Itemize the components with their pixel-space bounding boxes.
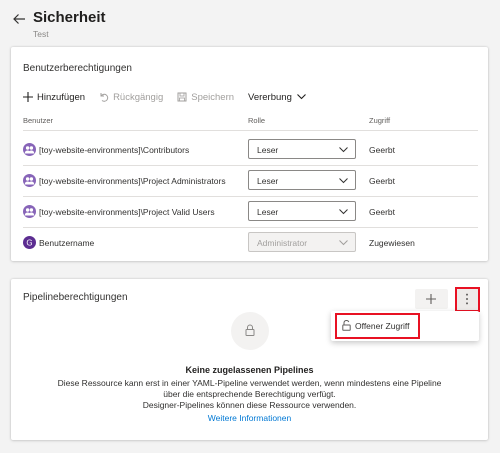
more-vertical-icon bbox=[466, 293, 468, 305]
user-permissions-title: Benutzerberechtigungen bbox=[23, 63, 132, 74]
chevron-down-icon bbox=[339, 178, 348, 184]
plus-icon bbox=[426, 294, 436, 304]
inheritance-label: Vererbung bbox=[248, 91, 292, 103]
empty-state-description-line: Diese Ressource kann erst in einer YAML-… bbox=[57, 378, 442, 388]
group-icon bbox=[23, 205, 36, 218]
page-title: Sicherheit bbox=[33, 9, 106, 26]
plus-icon bbox=[23, 92, 33, 102]
permissions-toolbar: Hinzufügen Rückgängig Speichern Vererbun… bbox=[23, 88, 324, 106]
back-arrow-icon[interactable] bbox=[12, 12, 26, 26]
role-value: Leser bbox=[257, 176, 279, 186]
user-name: Benutzername bbox=[39, 238, 95, 248]
table-row: [toy-website-environments]\Contributors … bbox=[11, 135, 488, 165]
pipeline-permissions-card: Pipelineberechtigungen Offener Zugriff K… bbox=[11, 279, 488, 440]
more-options-button[interactable] bbox=[455, 287, 480, 312]
column-header-user: Benutzer bbox=[23, 116, 54, 125]
access-value: Zugewiesen bbox=[369, 238, 415, 248]
column-header-role: Rolle bbox=[248, 116, 266, 125]
user-permissions-card: Benutzerberechtigungen Hinzufügen Rückgä… bbox=[11, 47, 488, 261]
empty-state-title: Keine zugelassenen Pipelines bbox=[185, 365, 314, 375]
chevron-down-icon bbox=[296, 94, 306, 100]
access-value: Geerbt bbox=[369, 145, 395, 155]
undo-icon bbox=[100, 93, 109, 102]
menu-item-open-access[interactable]: Offener Zugriff bbox=[335, 313, 420, 339]
empty-state-description-line: über die entsprechende Berechtigung verf… bbox=[163, 389, 336, 399]
undo-button[interactable]: Rückgängig bbox=[99, 92, 163, 103]
role-select[interactable]: Leser bbox=[248, 139, 356, 159]
undo-button-label: Rückgängig bbox=[113, 91, 164, 103]
user-name: [toy-website-environments]\Project Valid… bbox=[39, 207, 215, 217]
menu-item-label: Offener Zugriff bbox=[355, 321, 410, 331]
empty-state-description: Diese Ressource kann erst in einer YAML-… bbox=[11, 378, 488, 411]
page-subtitle: Test bbox=[33, 29, 49, 39]
learn-more-link[interactable]: Weitere Informationen bbox=[208, 413, 291, 423]
column-header-access: Zugriff bbox=[369, 116, 391, 125]
learn-more-container: Weitere Informationen bbox=[11, 413, 488, 423]
empty-state-description-line: Designer-Pipelines können diese Ressourc… bbox=[142, 400, 357, 410]
role-value: Leser bbox=[257, 145, 279, 155]
save-icon bbox=[177, 92, 187, 102]
user-name: [toy-website-environments]\Contributors bbox=[39, 145, 190, 155]
group-icon bbox=[23, 143, 36, 156]
chevron-down-icon bbox=[339, 147, 348, 153]
unlock-icon bbox=[342, 320, 351, 331]
access-value: Geerbt bbox=[369, 176, 395, 186]
lock-icon bbox=[245, 324, 255, 336]
page-header: Sicherheit Test bbox=[0, 0, 500, 44]
user-name: [toy-website-environments]\Project Admin… bbox=[39, 176, 226, 186]
user-initial-avatar: G bbox=[23, 236, 36, 249]
role-select[interactable]: Leser bbox=[248, 170, 356, 190]
add-button-label: Hinzufügen bbox=[37, 91, 86, 103]
add-button[interactable]: Hinzufügen bbox=[23, 92, 85, 103]
chevron-down-icon bbox=[339, 209, 348, 215]
role-select[interactable]: Leser bbox=[248, 201, 356, 221]
group-icon bbox=[23, 174, 36, 187]
role-value: Leser bbox=[257, 207, 279, 217]
empty-state-illustration bbox=[231, 312, 269, 350]
table-row: G Benutzername Administrator Zugewiesen bbox=[11, 228, 488, 258]
save-button[interactable]: Speichern bbox=[177, 92, 234, 103]
pipeline-permissions-title: Pipelineberechtigungen bbox=[23, 292, 128, 303]
table-row: [toy-website-environments]\Project Admin… bbox=[11, 166, 488, 196]
inheritance-dropdown[interactable]: Vererbung bbox=[248, 92, 310, 103]
access-value: Geerbt bbox=[369, 207, 395, 217]
table-row: [toy-website-environments]\Project Valid… bbox=[11, 197, 488, 227]
add-pipeline-button[interactable] bbox=[415, 289, 448, 309]
avatar-initial: G bbox=[26, 238, 32, 247]
role-select: Administrator bbox=[248, 232, 356, 252]
role-value: Administrator bbox=[257, 238, 308, 248]
save-button-label: Speichern bbox=[191, 91, 235, 103]
chevron-down-icon bbox=[339, 240, 348, 246]
more-options-menu: Offener Zugriff bbox=[331, 311, 479, 341]
header-divider bbox=[23, 130, 478, 131]
